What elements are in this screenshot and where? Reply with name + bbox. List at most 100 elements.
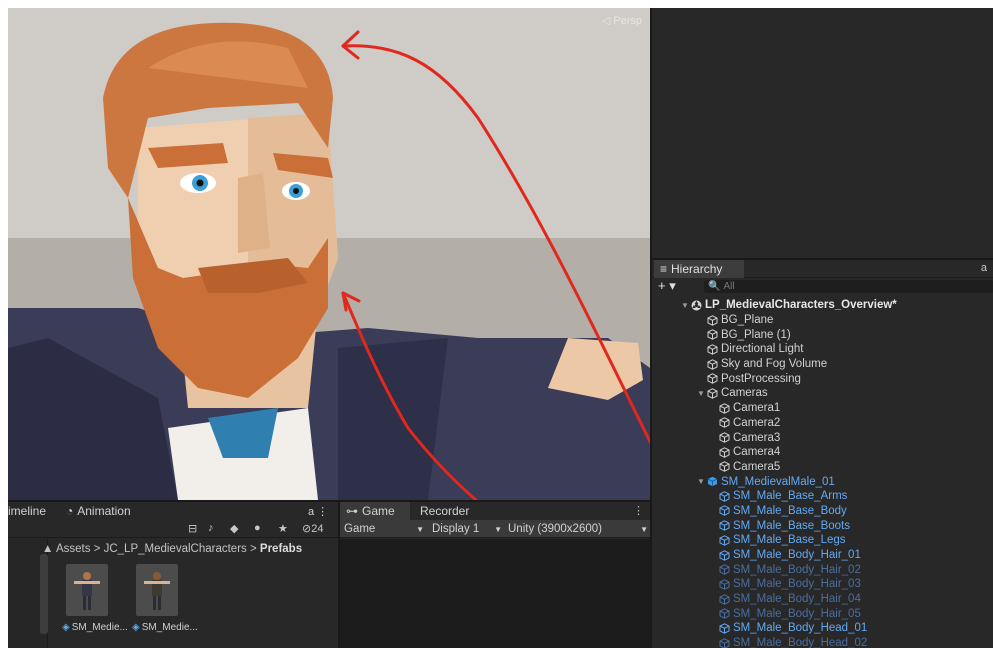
hierarchy-item[interactable]: Directional Light [652, 342, 993, 357]
cube-icon [718, 432, 731, 444]
hierarchy-item[interactable]: Camera5 [652, 460, 993, 475]
game-mode-select[interactable]: Game ▼ [344, 521, 424, 537]
label-icon[interactable]: ◆ [230, 522, 238, 535]
hierarchy-item-label: Camera1 [733, 402, 781, 415]
hierarchy-item[interactable]: PostProcessing [652, 371, 993, 386]
hierarchy-item[interactable]: BG_Plane [652, 313, 993, 328]
persp-label[interactable]: ◁ Persp [602, 14, 642, 27]
breadcrumb-current[interactable]: Prefabs [260, 543, 302, 555]
hierarchy-item[interactable]: BG_Plane (1) [652, 327, 993, 342]
breadcrumb-separator: > [93, 543, 101, 555]
expand-arrow-icon[interactable]: ▼ [696, 477, 706, 486]
display-value: Display 1 [432, 523, 480, 535]
cube-icon [718, 578, 731, 590]
project-panel: imeline ◔ Animation a ⋮ ⊟ ♪ ◆ ● ★ ⊘24 ▲ … [8, 500, 338, 648]
search-by-type-icon[interactable]: ⊟ [188, 522, 197, 535]
cube-icon [718, 461, 731, 473]
cube-icon [706, 329, 719, 341]
expand-arrow-icon[interactable]: ▼ [696, 389, 706, 398]
hierarchy-item[interactable]: SM_Male_Base_Boots [652, 518, 993, 533]
hierarchy-tree: ▼ LP_MedievalCharacters_Overview* BG_Plane… [652, 298, 993, 648]
cube-icon [718, 490, 731, 502]
cube-icon [706, 373, 719, 385]
cube-icon [706, 387, 719, 399]
asset-label[interactable]: ◈ SM_Medie... [62, 622, 128, 633]
scene-view[interactable]: ◁ Persp [8, 8, 650, 500]
chevron-down-icon: ▼ [640, 524, 648, 534]
hierarchy-item[interactable]: SM_Male_Body_Hair_04 [652, 592, 993, 607]
cube-icon [718, 417, 731, 429]
prefab-icon: ◈ [132, 622, 140, 633]
cube-icon [718, 505, 731, 517]
hierarchy-item[interactable]: ▼ LP_MedievalCharacters_Overview* [652, 298, 993, 313]
hierarchy-item[interactable]: SM_Male_Body_Hair_05 [652, 606, 993, 621]
clock-icon: ◔ [66, 504, 74, 518]
hierarchy-item-label: SM_Male_Body_Hair_03 [733, 578, 861, 591]
tab-timeline[interactable]: imeline [8, 502, 46, 520]
expand-arrow-icon[interactable]: ▼ [680, 301, 690, 310]
hierarchy-search-input[interactable]: 🔍 All [704, 280, 993, 293]
hierarchy-item[interactable]: SM_Male_Body_Hair_03 [652, 577, 993, 592]
hierarchy-item[interactable]: Camera1 [652, 401, 993, 416]
gamepad-icon: ⊶ [346, 504, 358, 518]
kebab-menu-icon[interactable]: ⋮ [633, 504, 644, 517]
warning-icon[interactable]: ● [254, 522, 261, 534]
filter-icon[interactable]: ♪ [208, 522, 214, 534]
hierarchy-item[interactable]: ▼ SM_MedievalMale_01 [652, 474, 993, 489]
hierarchy-item-label: SM_Male_Body_Hair_05 [733, 607, 861, 620]
asset-thumbnail[interactable] [66, 564, 108, 616]
scene-icon [690, 299, 703, 311]
hidden-count[interactable]: ⊘24 [302, 522, 323, 535]
hierarchy-item[interactable]: SM_Male_Body_Hair_01 [652, 548, 993, 563]
tab-animation[interactable]: ◔ Animation [66, 502, 131, 520]
hierarchy-item-label: Sky and Fog Volume [721, 358, 828, 371]
hierarchy-item[interactable]: SM_Male_Base_Arms [652, 489, 993, 504]
hierarchy-item-label: LP_MedievalCharacters_Overview* [705, 299, 897, 312]
favorite-icon[interactable]: ★ [278, 522, 288, 535]
folder-scrollbar[interactable] [40, 554, 48, 634]
cube-icon [706, 358, 719, 370]
hierarchy-item[interactable]: Camera2 [652, 416, 993, 431]
search-icon: 🔍 [708, 281, 721, 292]
hierarchy-item[interactable]: SM_Male_Base_Body [652, 504, 993, 519]
tab-recorder[interactable]: Recorder [414, 502, 475, 520]
chevron-down-icon: ▼ [494, 524, 502, 534]
right-panel-empty [650, 8, 993, 258]
breadcrumb-folder[interactable]: JC_LP_MedievalCharacters [104, 543, 247, 555]
hierarchy-item[interactable]: ▼ Cameras [652, 386, 993, 401]
tab-hierarchy[interactable]: ≡ Hierarchy [654, 260, 744, 278]
hierarchy-item-label: Camera3 [733, 431, 781, 444]
game-viewport[interactable] [340, 539, 650, 648]
lock-menu-icon[interactable]: a ⋮ [308, 502, 328, 520]
hierarchy-panel: ≡ Hierarchy a + ▾ 🔍 All ▼ LP_MedievalChar… [650, 258, 993, 648]
breadcrumb: ▲ Assets > JC_LP_MedievalCharacters > Pr… [42, 543, 302, 555]
animation-tab-label: Animation [77, 504, 131, 518]
project-toolbar: ⊟ ♪ ◆ ● ★ ⊘24 [8, 520, 338, 538]
hierarchy-item-label: PostProcessing [721, 372, 801, 385]
hierarchy-item-label: SM_Male_Base_Boots [733, 519, 850, 532]
add-object-button[interactable]: + ▾ [658, 278, 676, 294]
hierarchy-item-label: SM_Male_Base_Body [733, 504, 847, 517]
asset-label[interactable]: ◈ SM_Medie... [132, 622, 198, 633]
game-toolbar: Game ▼ Display 1 ▼ Unity (3900x2600) ▼ [340, 520, 650, 538]
game-mode-value: Game [344, 523, 376, 535]
hierarchy-item[interactable]: SM_Male_Body_Hair_02 [652, 562, 993, 577]
tab-game[interactable]: ⊶ Game [340, 502, 410, 520]
game-tabbar: ⊶ Game Recorder ⋮ [340, 502, 650, 520]
hierarchy-item[interactable]: Camera3 [652, 430, 993, 445]
breadcrumb-assets[interactable]: Assets [56, 543, 91, 555]
hierarchy-item[interactable]: SM_Male_Body_Head_02 [652, 636, 993, 648]
hierarchy-item[interactable]: SM_Male_Body_Head_01 [652, 621, 993, 636]
hierarchy-item-label: SM_Male_Base_Legs [733, 534, 846, 547]
hierarchy-item[interactable]: SM_Male_Base_Legs [652, 533, 993, 548]
display-select[interactable]: Display 1 ▼ [432, 521, 502, 537]
hierarchy-toolbar: + ▾ 🔍 All [652, 278, 993, 295]
hierarchy-item[interactable]: Camera4 [652, 445, 993, 460]
lock-icon[interactable]: a [981, 262, 987, 274]
cube-icon [706, 314, 719, 326]
cube-icon [718, 534, 731, 546]
resolution-select[interactable]: Unity (3900x2600) ▼ [508, 521, 648, 537]
hierarchy-item[interactable]: Sky and Fog Volume [652, 357, 993, 372]
hierarchy-item-label: BG_Plane (1) [721, 328, 791, 341]
asset-thumbnail[interactable] [136, 564, 178, 616]
